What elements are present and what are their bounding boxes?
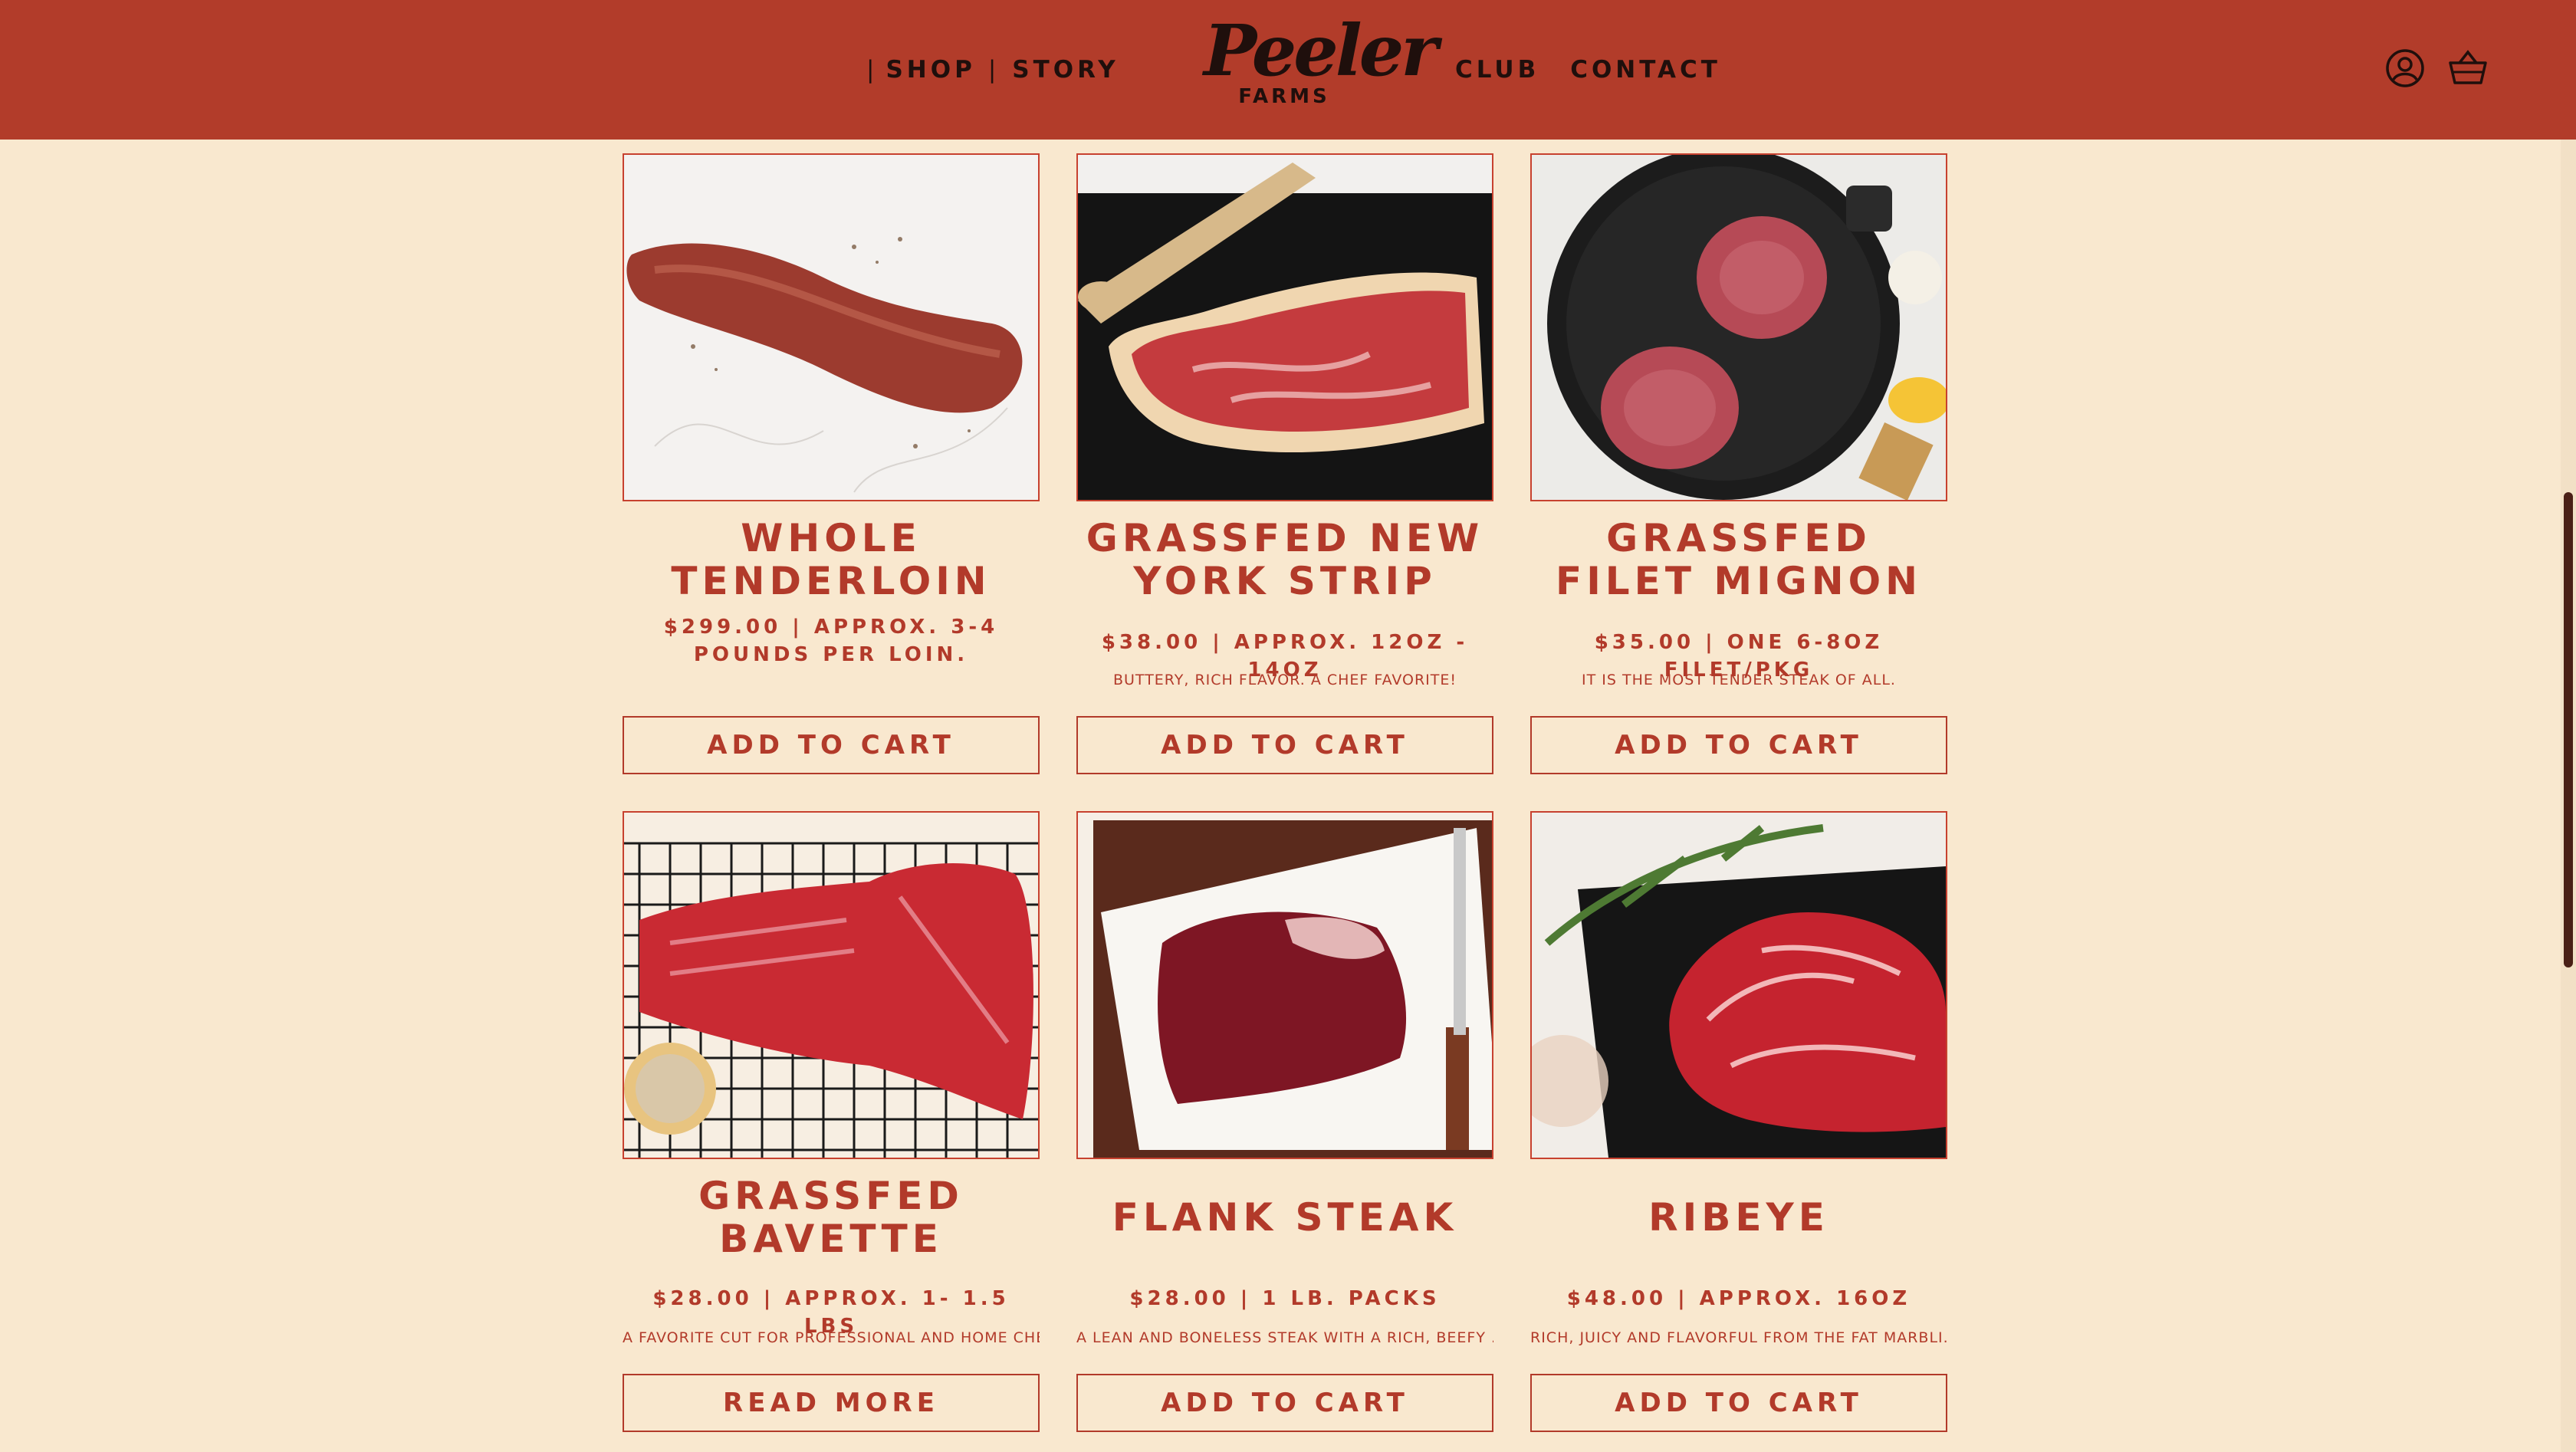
nav-left: | SHOP | STORY xyxy=(866,54,1119,86)
product-title[interactable]: WHOLE TENDERLOIN xyxy=(623,514,1040,606)
product-price: $28.00 | 1 LB. PACKS xyxy=(1129,1287,1441,1310)
add-to-cart-button[interactable]: ADD TO CART xyxy=(1530,716,1947,774)
product-description: RICH, JUICY AND FLAVORFUL FROM THE FAT M… xyxy=(1530,1329,1947,1346)
nav-separator: | xyxy=(866,56,879,84)
product-image[interactable] xyxy=(1530,811,1947,1159)
product-card: GRASSFED FILET MIGNON $35.00 | ONE 6-8OZ… xyxy=(1530,153,1947,774)
nav-club-link[interactable]: CLUB xyxy=(1455,56,1539,84)
nav-story-link[interactable]: STORY xyxy=(1012,56,1119,84)
header-icons xyxy=(2383,46,2490,90)
product-card: GRASSFED NEW YORK STRIP $38.00 | APPROX.… xyxy=(1076,153,1493,774)
site-logo[interactable]: Peeler FARMS xyxy=(1204,9,1438,126)
nav-right: CLUB CONTACT xyxy=(1455,54,1752,86)
product-title[interactable]: FLANK STEAK xyxy=(1076,1171,1493,1263)
product-image[interactable] xyxy=(1076,811,1493,1159)
page-scrollbar[interactable] xyxy=(2561,140,2576,1452)
product-title[interactable]: GRASSFED BAVETTE xyxy=(623,1171,1040,1263)
add-to-cart-button[interactable]: ADD TO CART xyxy=(623,716,1040,774)
logo-script: Peeler xyxy=(1204,9,1438,92)
nav-separator: | xyxy=(987,56,1001,84)
add-to-cart-button[interactable]: ADD TO CART xyxy=(1530,1374,1947,1432)
product-card: GRASSFED BAVETTE $28.00 | APPROX. 1- 1.5… xyxy=(623,811,1040,1432)
site-header: | SHOP | STORY Peeler FARMS CLUB CONTACT xyxy=(0,0,2576,140)
product-image[interactable] xyxy=(1076,153,1493,501)
product-image[interactable] xyxy=(623,153,1040,501)
product-title[interactable]: GRASSFED FILET MIGNON xyxy=(1530,514,1947,606)
product-description: A FAVORITE CUT FOR PROFESSIONAL AND HOME… xyxy=(623,1329,1040,1346)
product-title[interactable]: RIBEYE xyxy=(1530,1171,1947,1263)
product-description: IT IS THE MOST TENDER STEAK OF ALL. xyxy=(1582,672,1896,688)
nav-contact-link[interactable]: CONTACT xyxy=(1570,56,1721,84)
product-image[interactable] xyxy=(623,811,1040,1159)
product-description: A LEAN AND BONELESS STEAK WITH A RICH, B… xyxy=(1076,1329,1493,1346)
add-to-cart-button[interactable]: ADD TO CART xyxy=(1076,1374,1493,1432)
add-to-cart-button[interactable]: ADD TO CART xyxy=(1076,716,1493,774)
product-title[interactable]: GRASSFED NEW YORK STRIP xyxy=(1076,514,1493,606)
product-price: $48.00 | APPROX. 16OZ xyxy=(1566,1287,1911,1310)
product-card: WHOLE TENDERLOIN $299.00 | APPROX. 3-4 P… xyxy=(623,153,1040,774)
basket-icon[interactable] xyxy=(2446,46,2490,90)
product-price: $299.00 | APPROX. 3-4 POUNDS PER LOIN. xyxy=(663,616,999,666)
product-description: BUTTERY, RICH FLAVOR. A CHEF FAVORITE! xyxy=(1112,672,1457,688)
scrollbar-thumb[interactable] xyxy=(2564,492,2573,967)
product-image[interactable] xyxy=(1530,153,1947,501)
product-card: FLANK STEAK $28.00 | 1 LB. PACKS A LEAN … xyxy=(1076,811,1493,1432)
user-circle-icon[interactable] xyxy=(2383,46,2427,90)
product-card: RIBEYE $48.00 | APPROX. 16OZ RICH, JUICY… xyxy=(1530,811,1947,1432)
nav-shop-link[interactable]: SHOP xyxy=(886,56,975,84)
read-more-button[interactable]: READ MORE xyxy=(623,1374,1040,1432)
